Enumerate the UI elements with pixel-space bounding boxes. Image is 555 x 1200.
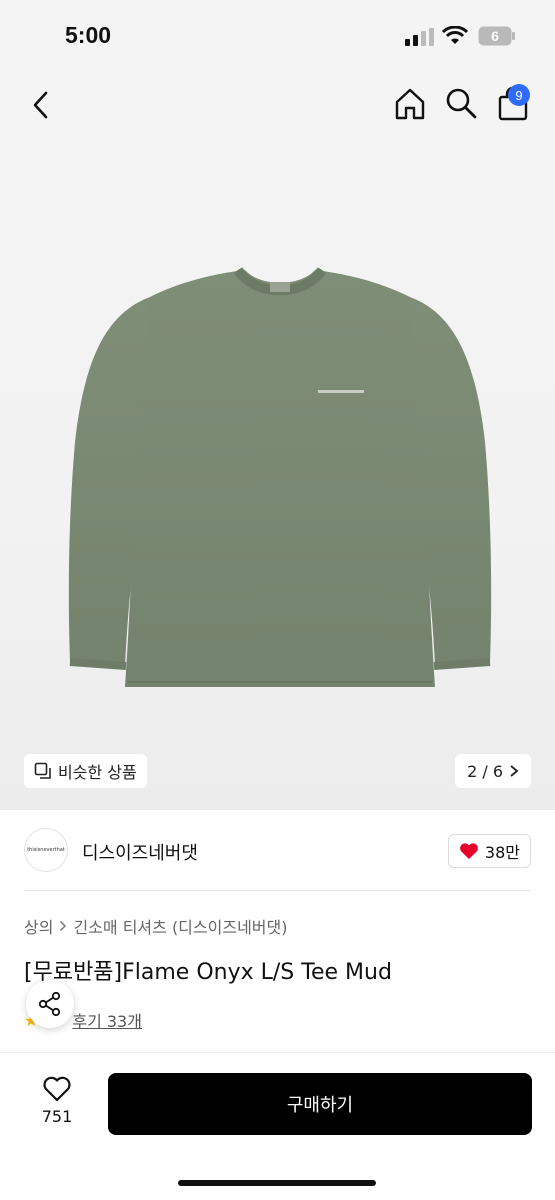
purchase-bar: 751 구매하기 bbox=[0, 1052, 555, 1200]
home-indicator bbox=[178, 1180, 376, 1186]
brand-row[interactable]: thisisneverthat 디스이즈네버댓 38만 bbox=[0, 810, 555, 890]
chevron-right-icon bbox=[510, 765, 519, 777]
similar-products-button[interactable]: 비슷한 상품 bbox=[24, 754, 147, 788]
back-icon[interactable] bbox=[28, 90, 54, 120]
review-link[interactable]: 후기 33개 bbox=[72, 1008, 142, 1032]
wishlist-button[interactable]: 751 bbox=[30, 1075, 84, 1135]
signal-icon bbox=[405, 28, 434, 46]
similar-products-label: 비슷한 상품 bbox=[58, 763, 137, 782]
wifi-icon bbox=[442, 26, 468, 44]
brand-name[interactable]: 디스이즈네버댓 bbox=[82, 839, 198, 865]
brand-logo-text: thisisneverthat bbox=[27, 847, 65, 853]
gallery-page-indicator[interactable]: 2 / 6 bbox=[455, 754, 531, 788]
heart-icon bbox=[43, 1076, 71, 1102]
cart-count-badge: 9 bbox=[508, 84, 530, 106]
brand-like-button[interactable]: 38만 bbox=[447, 834, 531, 868]
product-title: [무료반품]Flame Onyx L/S Tee Mud bbox=[24, 960, 392, 985]
heart-icon bbox=[460, 843, 478, 859]
battery-icon: 6 bbox=[478, 26, 516, 46]
share-icon bbox=[38, 991, 61, 1017]
search-icon[interactable] bbox=[444, 86, 478, 120]
home-icon[interactable] bbox=[392, 86, 428, 122]
product-image bbox=[68, 266, 492, 687]
brand-logo[interactable]: thisisneverthat bbox=[24, 828, 68, 872]
breadcrumb: 상의 긴소매 티셔츠 (디스이즈네버댓) bbox=[24, 914, 287, 938]
divider bbox=[24, 890, 531, 891]
chevron-right-icon bbox=[60, 920, 67, 932]
breadcrumb-category[interactable]: 상의 bbox=[24, 914, 53, 938]
wishlist-count: 751 bbox=[41, 1107, 73, 1126]
product-gallery[interactable]: 9 비슷한 상품 2 / 6 bbox=[0, 72, 555, 810]
page-indicator-text: 2 / 6 bbox=[467, 761, 503, 781]
battery-level: 6 bbox=[491, 28, 499, 44]
breadcrumb-subcategory[interactable]: 긴소매 티셔츠 (디스이즈네버댓) bbox=[73, 914, 287, 938]
similar-icon bbox=[34, 762, 51, 779]
status-time: 5:00 bbox=[65, 22, 112, 48]
buy-button[interactable]: 구매하기 bbox=[108, 1073, 532, 1135]
status-bar: 5:00 6 bbox=[0, 0, 555, 72]
share-button[interactable] bbox=[26, 980, 74, 1028]
brand-like-count: 38만 bbox=[484, 843, 520, 862]
